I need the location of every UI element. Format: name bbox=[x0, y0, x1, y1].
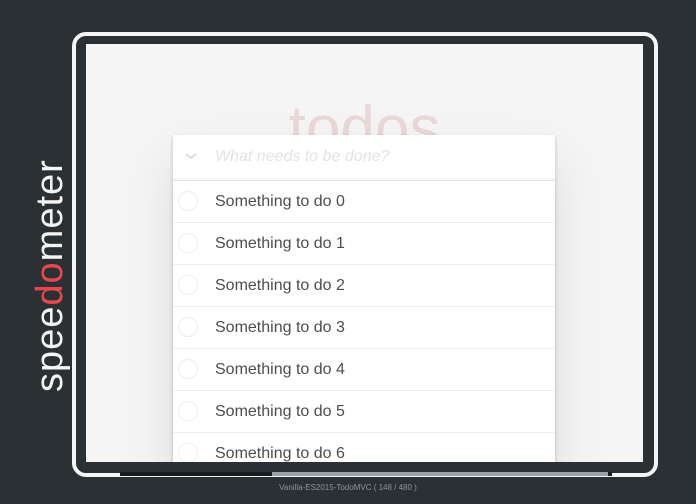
todo-label: Something to do 6 bbox=[215, 445, 345, 462]
todo-item[interactable]: Something to do 5 bbox=[173, 391, 555, 433]
todo-item[interactable]: Something to do 3 bbox=[173, 307, 555, 349]
speedometer-logo: speedometer bbox=[22, 120, 72, 400]
todo-checkbox[interactable] bbox=[178, 191, 198, 211]
benchmark-caption: Vanilla-ES2015-TodoMVC ( 148 / 480 ) bbox=[279, 483, 417, 492]
todo-item[interactable]: Something to do 4 bbox=[173, 349, 555, 391]
todo-app: Something to do 0 Something to do 1 Some… bbox=[173, 135, 555, 462]
todo-checkbox[interactable] bbox=[178, 275, 198, 295]
todo-checkbox[interactable] bbox=[178, 401, 198, 421]
todo-item[interactable]: Something to do 0 bbox=[173, 181, 555, 223]
new-todo-input[interactable] bbox=[215, 145, 535, 169]
app-viewport: todos Something to do 0 Something to do … bbox=[86, 44, 643, 462]
new-todo-row bbox=[173, 135, 555, 181]
horizontal-scrollbar[interactable] bbox=[120, 472, 612, 476]
logo-text-post: meter bbox=[29, 159, 71, 261]
todo-checkbox[interactable] bbox=[178, 233, 198, 253]
logo-text-pre: spee bbox=[29, 306, 71, 392]
todo-item[interactable]: Something to do 6 bbox=[173, 433, 555, 462]
svg-text:speedometer: speedometer bbox=[29, 159, 71, 392]
scrollbar-thumb[interactable] bbox=[272, 472, 608, 476]
todo-checkbox[interactable] bbox=[178, 317, 198, 337]
todo-label: Something to do 0 bbox=[215, 193, 345, 210]
todo-label: Something to do 1 bbox=[215, 235, 345, 252]
logo-text-accent: do bbox=[29, 261, 71, 305]
todo-item[interactable]: Something to do 1 bbox=[173, 223, 555, 265]
todo-label: Something to do 5 bbox=[215, 403, 345, 420]
todo-item[interactable]: Something to do 2 bbox=[173, 265, 555, 307]
todo-label: Something to do 2 bbox=[215, 277, 345, 294]
todo-list: Something to do 0 Something to do 1 Some… bbox=[173, 181, 555, 462]
chevron-down-icon[interactable] bbox=[181, 147, 201, 167]
todo-label: Something to do 3 bbox=[215, 319, 345, 336]
todo-checkbox[interactable] bbox=[178, 443, 198, 462]
todo-checkbox[interactable] bbox=[178, 359, 198, 379]
todo-label: Something to do 4 bbox=[215, 361, 345, 378]
